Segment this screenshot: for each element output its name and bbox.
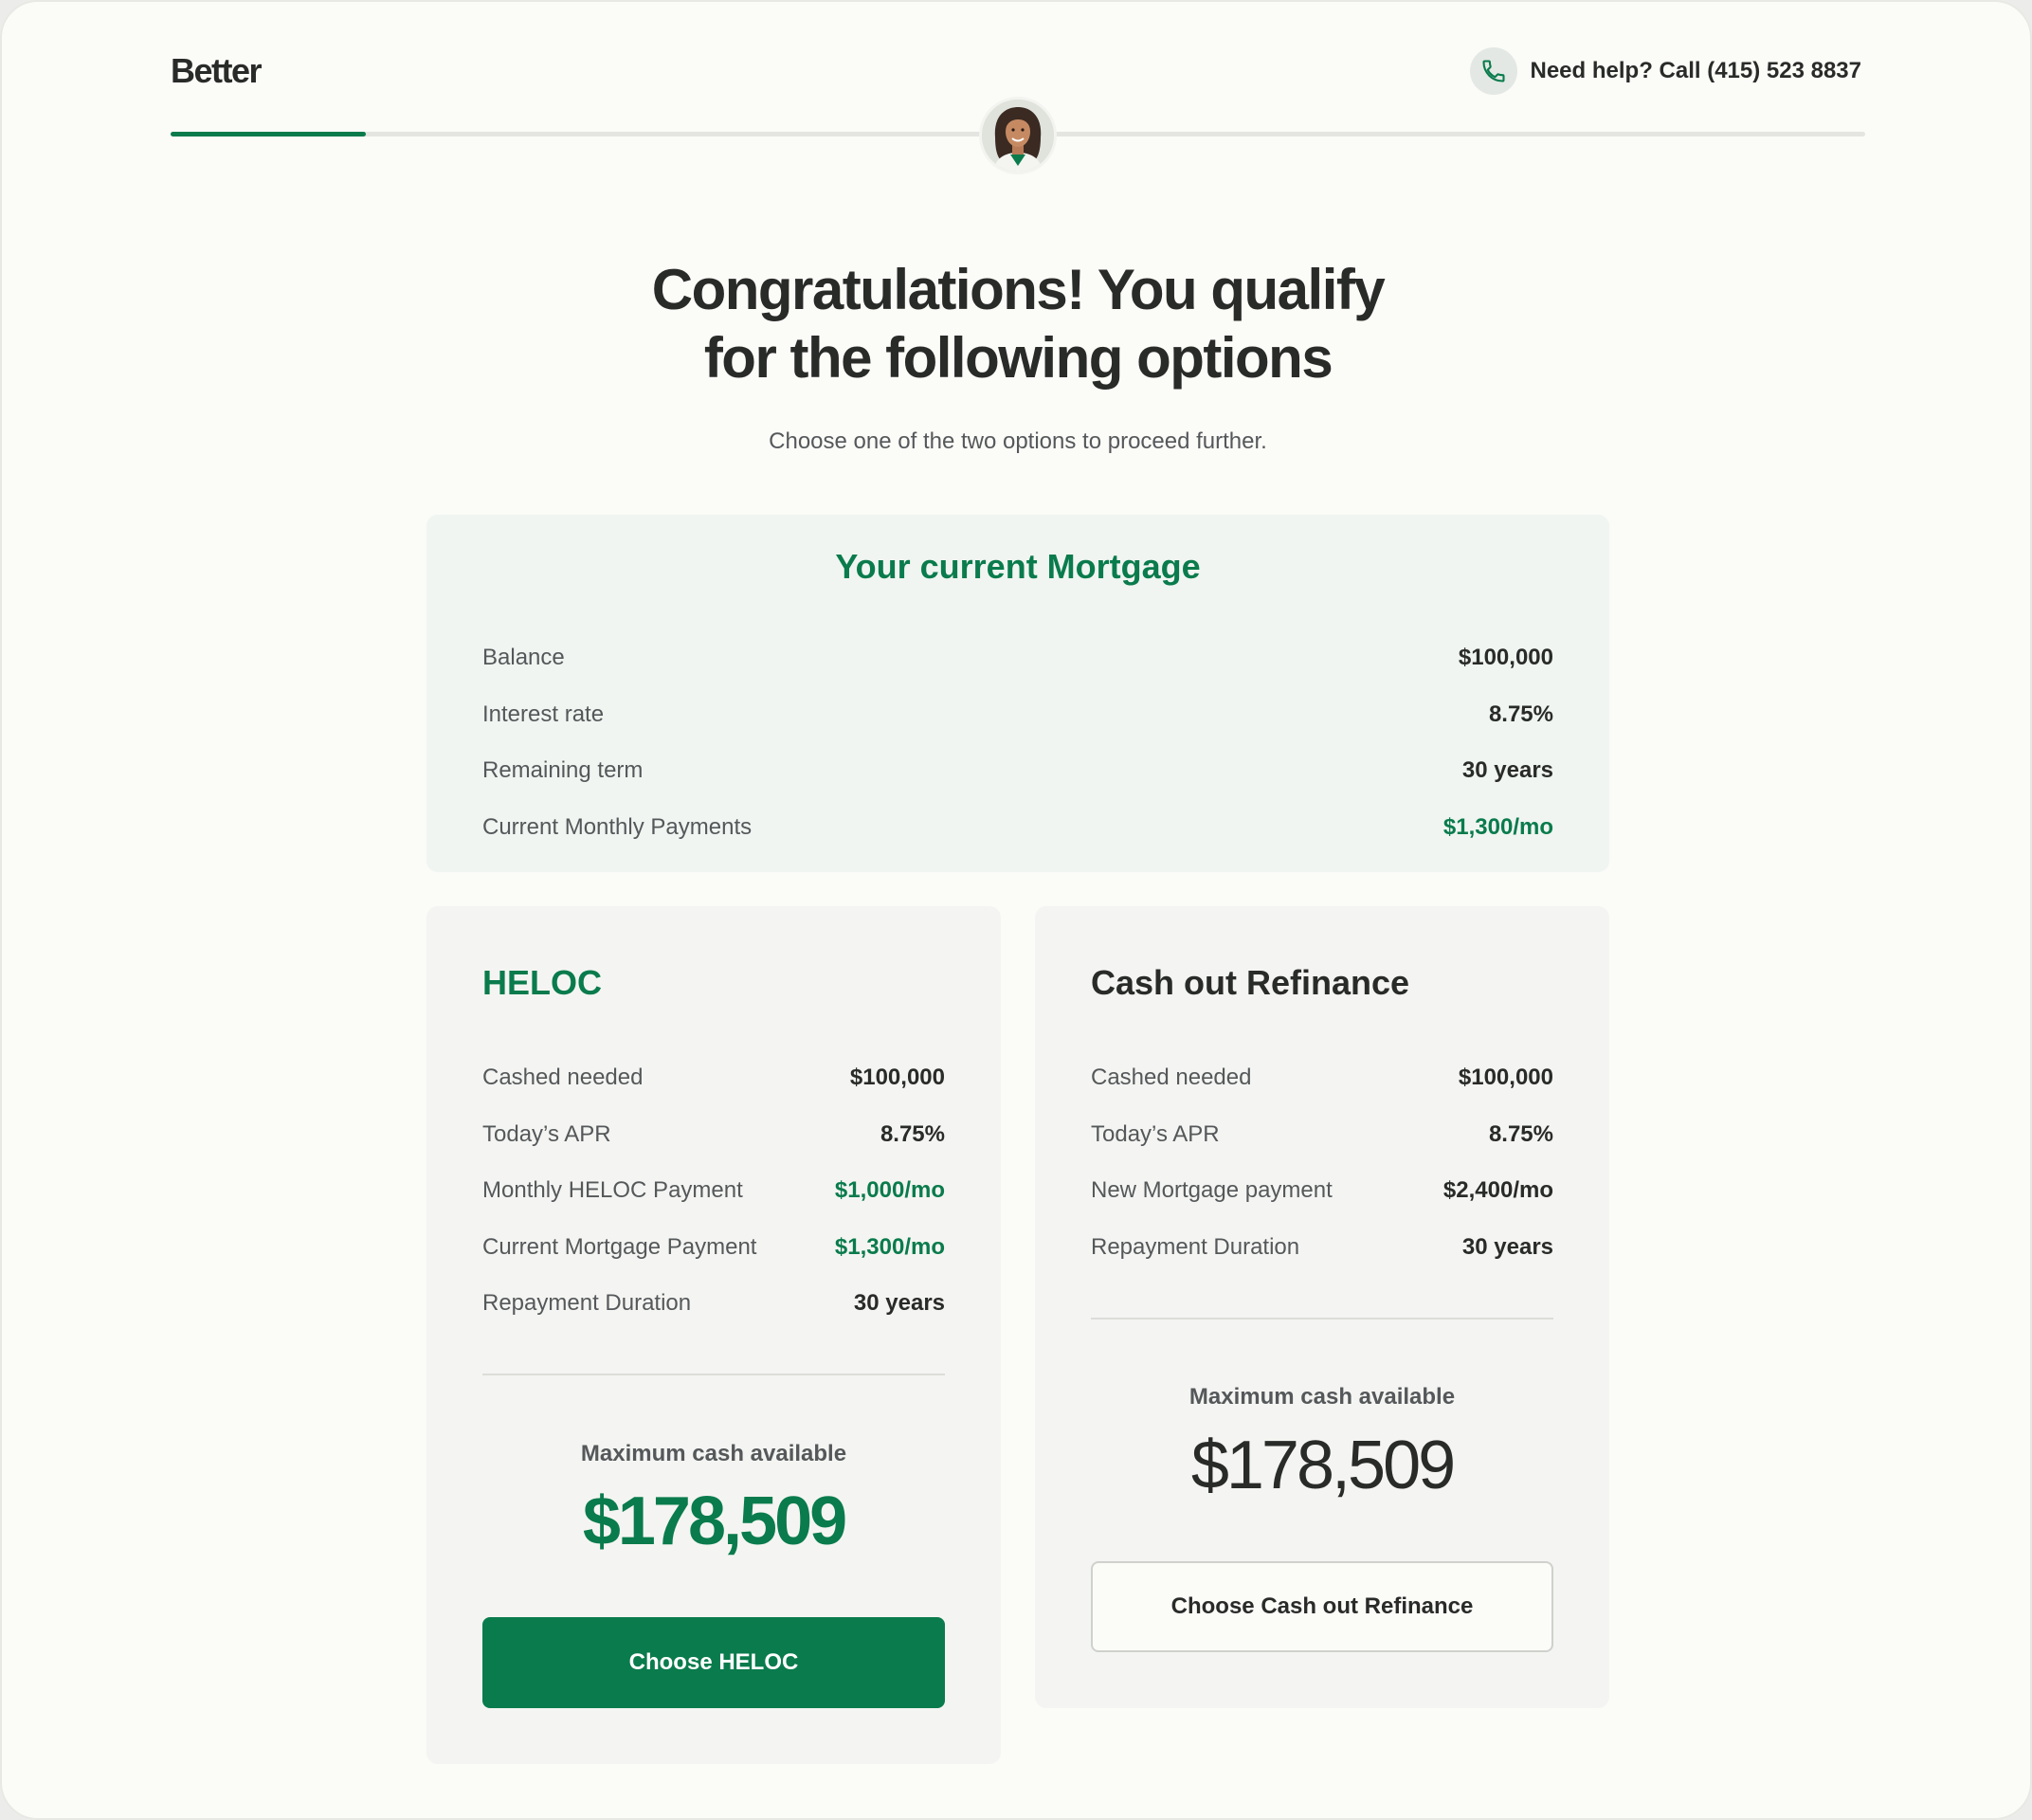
page-title-line-2: for the following options — [703, 326, 1334, 390]
row-label: Repayment Duration — [482, 1290, 692, 1316]
better-logo[interactable]: Better — [171, 51, 263, 91]
refinance-title: Cash out Refinance — [1091, 963, 1410, 1002]
row-label: Today’s APR — [1091, 1121, 1220, 1147]
heloc-row-monthly-payment: Monthly HELOC Payment $1,000/mo — [482, 1177, 945, 1204]
app-frame: Better Need help? Call (415) 523 8837 Co… — [0, 0, 2032, 1820]
progress-fill — [171, 132, 366, 136]
row-value: 8.75% — [1488, 701, 1553, 727]
row-label: Balance — [482, 645, 565, 670]
row-value: $1,000/mo — [834, 1177, 945, 1203]
cash-out-refinance-card: Cash out Refinance Cashed needed $100,00… — [1035, 906, 1609, 1708]
heloc-row-current-mortgage-payment: Current Mortgage Payment $1,300/mo — [482, 1234, 945, 1261]
row-value: 8.75% — [1488, 1121, 1553, 1147]
heloc-max-cash-label: Maximum cash available — [580, 1441, 847, 1466]
row-label: Cashed needed — [482, 1065, 644, 1090]
refi-row-repayment-duration: Repayment Duration 30 years — [1091, 1234, 1553, 1261]
heloc-title: HELOC — [482, 963, 602, 1002]
help-contact[interactable]: Need help? Call (415) 523 8837 — [1469, 47, 1862, 95]
heloc-row-repayment-duration: Repayment Duration 30 years — [482, 1290, 945, 1317]
row-value: 30 years — [853, 1290, 945, 1316]
row-label: Interest rate — [482, 701, 605, 727]
row-label: Cashed needed — [1091, 1065, 1252, 1090]
refinance-max-cash-label: Maximum cash available — [1188, 1384, 1456, 1410]
row-value: 30 years — [1461, 1234, 1553, 1260]
row-value: $1,300/mo — [834, 1234, 945, 1260]
heloc-card: HELOC Cashed needed $100,000 Today’s APR… — [426, 906, 1001, 1764]
row-label: Repayment Duration — [1091, 1234, 1300, 1260]
row-value: $1,300/mo — [1442, 814, 1553, 840]
choose-cash-out-refinance-button[interactable]: Choose Cash out Refinance — [1091, 1561, 1553, 1652]
row-value: $2,400/mo — [1442, 1177, 1553, 1203]
current-mortgage-title: Your current Mortgage — [835, 547, 1201, 586]
current-mortgage-card: Your current Mortgage Balance $100,000 I… — [426, 515, 1609, 872]
row-value: 30 years — [1461, 757, 1553, 783]
row-value: $100,000 — [1458, 1065, 1553, 1090]
current-row-remaining-term: Remaining term 30 years — [482, 757, 1553, 784]
heloc-row-cash-needed: Cashed needed $100,000 — [482, 1065, 945, 1091]
refi-row-apr: Today’s APR 8.75% — [1091, 1121, 1553, 1148]
current-row-balance: Balance $100,000 — [482, 645, 1553, 671]
help-phone-text[interactable]: Need help? Call (415) 523 8837 — [1531, 58, 1862, 84]
row-label: Today’s APR — [482, 1121, 611, 1147]
row-value: 8.75% — [880, 1121, 945, 1147]
page-title-line-1: Congratulations! You qualify — [651, 258, 1386, 321]
row-label: Current Monthly Payments — [482, 814, 753, 840]
refi-row-new-mortgage-payment: New Mortgage payment $2,400/mo — [1091, 1177, 1553, 1204]
page-subtitle: Choose one of the two options to proceed… — [769, 428, 1267, 454]
row-value: $100,000 — [849, 1065, 945, 1090]
row-label: New Mortgage payment — [1091, 1177, 1333, 1203]
page-title: Congratulations! You qualify for the fol… — [2, 256, 2032, 392]
refinance-divider — [1091, 1318, 1553, 1320]
refi-row-cash-needed: Cashed needed $100,000 — [1091, 1065, 1553, 1091]
heloc-max-cash-value: $178,509 — [582, 1483, 847, 1559]
heloc-row-apr: Today’s APR 8.75% — [482, 1121, 945, 1148]
advisor-avatar — [979, 97, 1057, 174]
row-value: $100,000 — [1458, 645, 1553, 670]
current-row-monthly-payments: Current Monthly Payments $1,300/mo — [482, 814, 1553, 841]
choose-heloc-button[interactable]: Choose HELOC — [482, 1617, 945, 1708]
row-label: Monthly HELOC Payment — [482, 1177, 743, 1203]
row-label: Current Mortgage Payment — [482, 1234, 757, 1260]
refinance-max-cash-value: $178,509 — [1190, 1428, 1456, 1503]
phone-icon — [1469, 47, 1517, 95]
current-row-interest-rate: Interest rate 8.75% — [482, 701, 1553, 728]
heloc-divider — [482, 1374, 945, 1375]
row-label: Remaining term — [482, 757, 644, 783]
